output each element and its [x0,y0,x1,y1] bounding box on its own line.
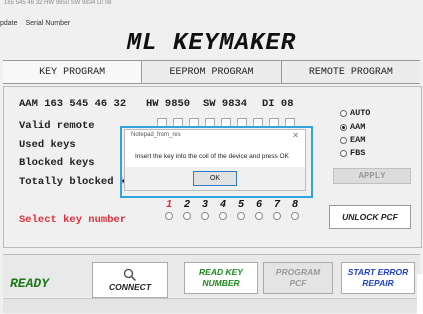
sw-version: SW 9834 [203,98,248,110]
select-key-label: Select key number [19,214,127,226]
connect-button[interactable]: CONNECT [92,262,168,298]
dialog-title: Notepad_from_res [131,132,181,138]
menu-item-serial-number[interactable]: Serial Number [25,20,70,27]
key-number-radios [160,212,304,220]
radio-icon [340,109,347,117]
program-label-1: PROGRAM [275,267,321,277]
key-number: 5 [238,198,244,210]
mode-aam-label: AAM [350,122,366,132]
key-number: 8 [292,198,298,210]
read-key-number-button[interactable]: READ KEY NUMBER [184,262,258,294]
key-number: 3 [202,198,208,210]
key-radio-4[interactable] [214,212,232,220]
key-number: 1 [166,198,172,210]
key-radio-1[interactable] [160,212,178,220]
mode-auto-label: AUTO [350,108,371,118]
dialog-message: Insert the key into the coil of the devi… [135,153,289,160]
radio-icon [340,149,347,157]
key-number: 2 [184,198,190,210]
mode-fbs-label: FBS [350,148,366,158]
app-title: ML KEYMAKER [126,30,297,57]
used-keys-label: Used keys [19,139,76,151]
di-value: DI 08 [262,98,294,110]
valid-remote-label: Valid remote [19,120,95,132]
apply-button[interactable]: APPLY [333,168,411,184]
mode-aam[interactable]: AAM [340,122,365,132]
radio-icon [340,136,347,144]
read-key-label-2: NUMBER [202,278,240,288]
mode-auto[interactable]: AUTO [340,108,370,118]
mode-fbs[interactable]: FBS [340,148,365,158]
mode-eam[interactable]: EAM [340,135,365,145]
status-ready: READY [10,276,50,291]
key-number-labels: 1 2 3 4 5 6 7 8 [160,198,304,210]
unlock-pcf-button[interactable]: UNLOCK PCF [329,205,411,229]
mode-eam-label: EAM [350,135,366,145]
read-key-label-1: READ KEY [199,267,243,277]
radio-selected-icon [340,123,347,131]
close-icon[interactable]: ✕ [292,131,299,140]
key-radio-8[interactable] [286,212,304,220]
aam-number: AAM 163 545 46 32 [19,98,127,110]
hw-version: HW 9850 [146,98,191,110]
key-radio-6[interactable] [250,212,268,220]
tab-key-program[interactable]: KEY PROGRAM [3,61,143,83]
window-edge [417,274,423,314]
tab-eeprom-program[interactable]: EEPROM PROGRAM [142,61,282,83]
tab-bar: KEY PROGRAM EEPROM PROGRAM REMOTE PROGRA… [3,60,420,84]
program-label-2: PCF [289,278,307,288]
start-error-label-1: START ERROR [347,267,409,277]
menu-bar: pdate Serial Number [0,20,76,27]
status-strip [3,298,420,313]
start-error-repair-button[interactable]: START ERROR REPAIR [341,262,415,294]
program-pcf-button[interactable]: PROGRAM PCF [263,262,333,294]
app-window: 165 545 46 32 HW 9850 SW 9834 DI 08 pdat… [0,0,423,314]
key-number: 7 [274,198,280,210]
key-number: 4 [220,198,226,210]
window-title-strip: 165 545 46 32 HW 9850 SW 9834 DI 08 [4,0,112,6]
key-radio-7[interactable] [268,212,286,220]
key-radio-3[interactable] [196,212,214,220]
connect-label: CONNECT [108,281,152,292]
message-dialog: Notepad_from_res ✕ Insert the key into t… [124,129,306,191]
menu-item-update[interactable]: pdate [0,20,18,27]
blocked-keys-label: Blocked keys [19,157,95,169]
dialog-ok-button[interactable]: OK [193,171,237,186]
totally-blocked-label: Totally blocked ke [19,176,133,188]
key-radio-5[interactable] [232,212,250,220]
key-number: 6 [256,198,262,210]
magnifier-icon [123,268,137,281]
key-radio-2[interactable] [178,212,196,220]
tab-remote-program[interactable]: REMOTE PROGRAM [282,61,420,83]
start-error-label-2: REPAIR [362,278,394,288]
